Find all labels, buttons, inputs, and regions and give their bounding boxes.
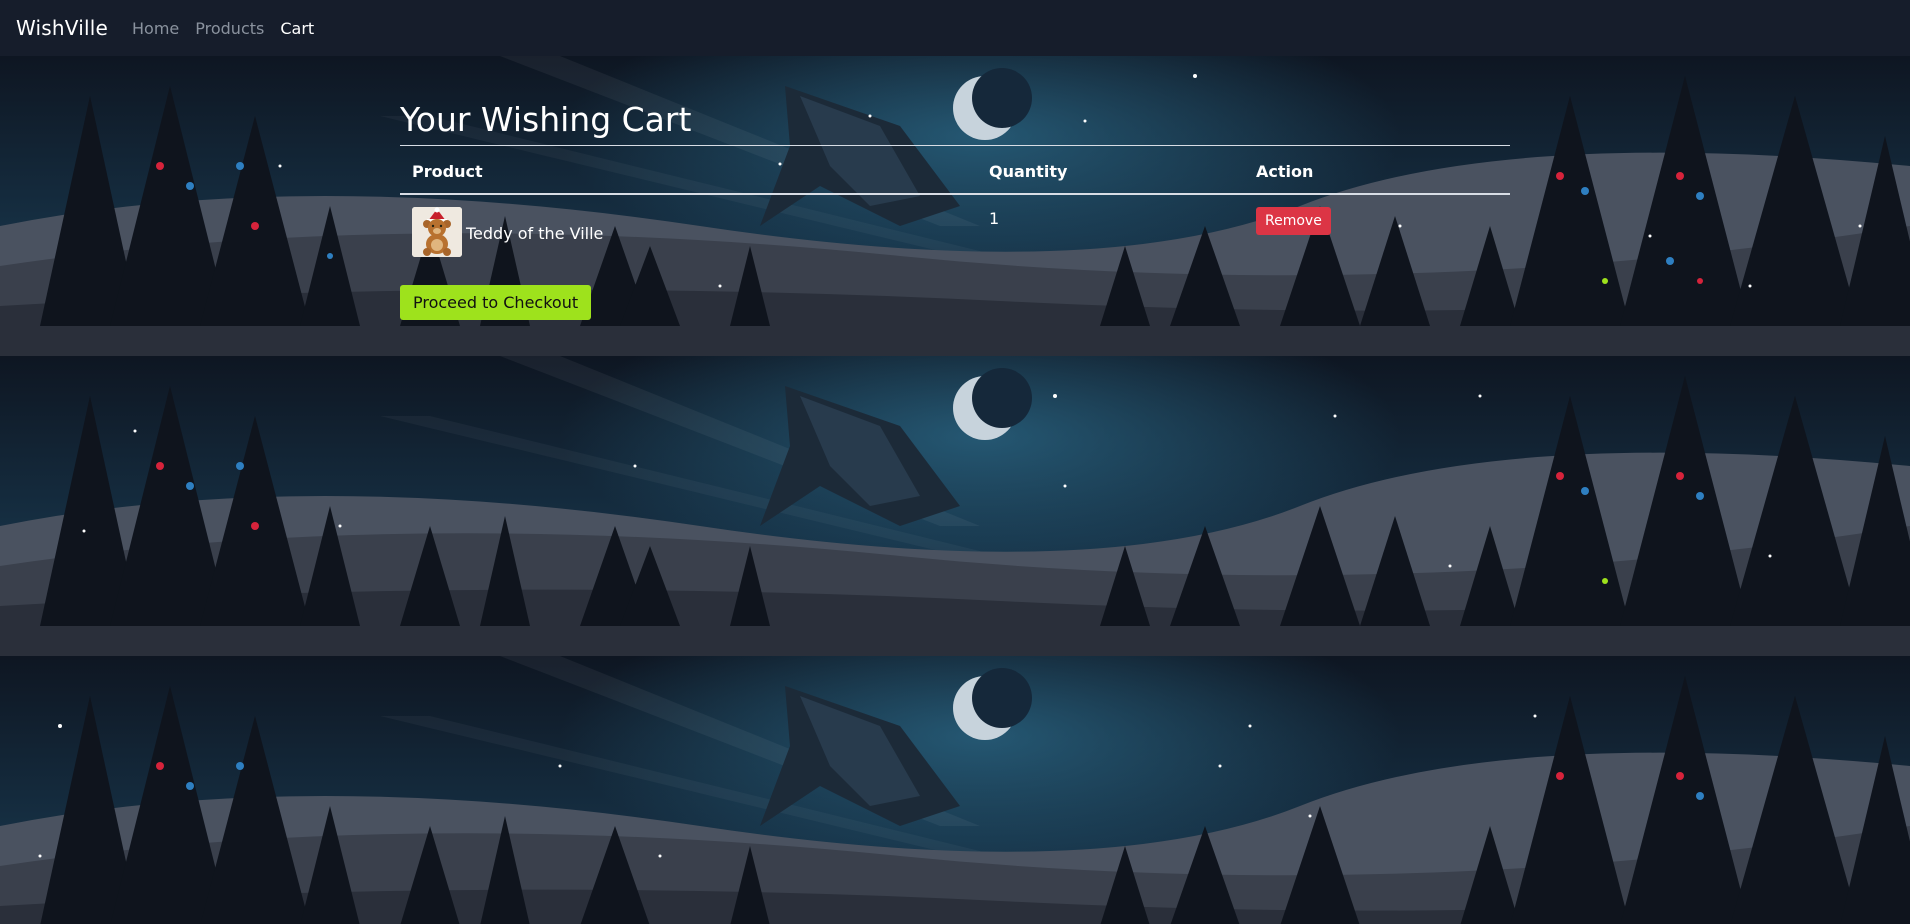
column-header-product: Product [400,145,977,195]
brand-logo-link[interactable]: WishVille [16,16,108,40]
background-tile [0,356,1910,656]
teddy-bear-image [412,207,462,257]
nav-link-products[interactable]: Products [195,19,264,38]
proceed-to-checkout-button[interactable]: Proceed to Checkout [400,285,592,320]
action-cell: Remove [1244,194,1510,269]
nav-link-home[interactable]: Home [132,19,179,38]
background-tile [0,656,1910,924]
cart-table: Product Quantity Action Teddy of the Vil… [400,145,1510,269]
top-navbar: WishVille Home Products Cart [0,0,1910,56]
product-cell: Teddy of the Ville [400,194,977,269]
table-row: Teddy of the Ville 1 Remove [400,194,1510,269]
page-title: Your Wishing Cart [400,100,692,139]
remove-button[interactable]: Remove [1256,207,1331,235]
table-header-row: Product Quantity Action [400,145,1510,195]
nav-link-cart[interactable]: Cart [280,19,314,38]
quantity-cell: 1 [977,194,1244,269]
product-name[interactable]: Teddy of the Ville [466,224,603,243]
quantity-value: 1 [989,209,1000,228]
cart-container: Your Wishing Cart Product Quantity Actio… [400,100,1510,320]
column-header-action: Action [1244,145,1510,195]
column-header-quantity: Quantity [977,145,1244,195]
